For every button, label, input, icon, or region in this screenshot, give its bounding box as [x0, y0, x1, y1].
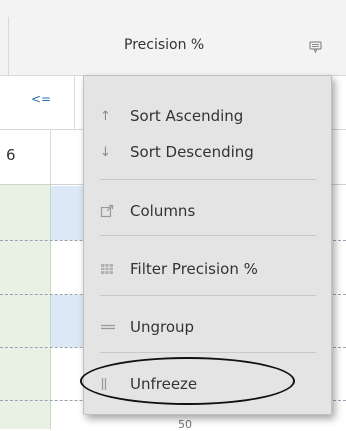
- column-header-title[interactable]: Precision %: [124, 37, 204, 53]
- filter-separator: [74, 76, 75, 129]
- menu-divider: [100, 235, 316, 236]
- menu-item-ungroup[interactable]: Ungroup: [84, 314, 331, 340]
- menu-item-sort-descending[interactable]: ↓ Sort Descending: [84, 139, 331, 165]
- header-separator: [8, 17, 9, 75]
- menu-item-label: Columns: [130, 202, 196, 220]
- menu-item-label: Filter Precision %: [130, 260, 258, 278]
- column-menu-icon[interactable]: [309, 38, 322, 54]
- ungroup-icon: [100, 323, 130, 331]
- cell-value-peek: 50: [178, 418, 192, 431]
- highlight-ellipse: [80, 357, 295, 405]
- green-column: [0, 185, 51, 429]
- column-separator: [50, 185, 51, 429]
- menu-divider: [100, 179, 316, 180]
- table-filter-icon: [100, 263, 130, 275]
- menu-divider: [100, 295, 316, 296]
- filter-operator[interactable]: <=: [31, 92, 51, 106]
- menu-item-filter[interactable]: Filter Precision %: [84, 256, 331, 282]
- menu-item-columns[interactable]: Columns: [84, 198, 331, 224]
- row-value: 6: [6, 146, 16, 164]
- grid-top-strip: [0, 0, 346, 18]
- menu-item-sort-ascending[interactable]: ↑ Sort Ascending: [84, 103, 331, 129]
- arrow-down-icon: ↓: [100, 144, 111, 160]
- menu-item-label: Ungroup: [130, 318, 195, 336]
- arrow-up-icon: ↑: [100, 108, 111, 124]
- menu-item-label: Sort Ascending: [130, 107, 244, 125]
- columns-icon: [100, 204, 130, 218]
- menu-divider: [100, 352, 316, 353]
- row-separator: [50, 130, 51, 184]
- menu-item-label: Sort Descending: [130, 143, 254, 161]
